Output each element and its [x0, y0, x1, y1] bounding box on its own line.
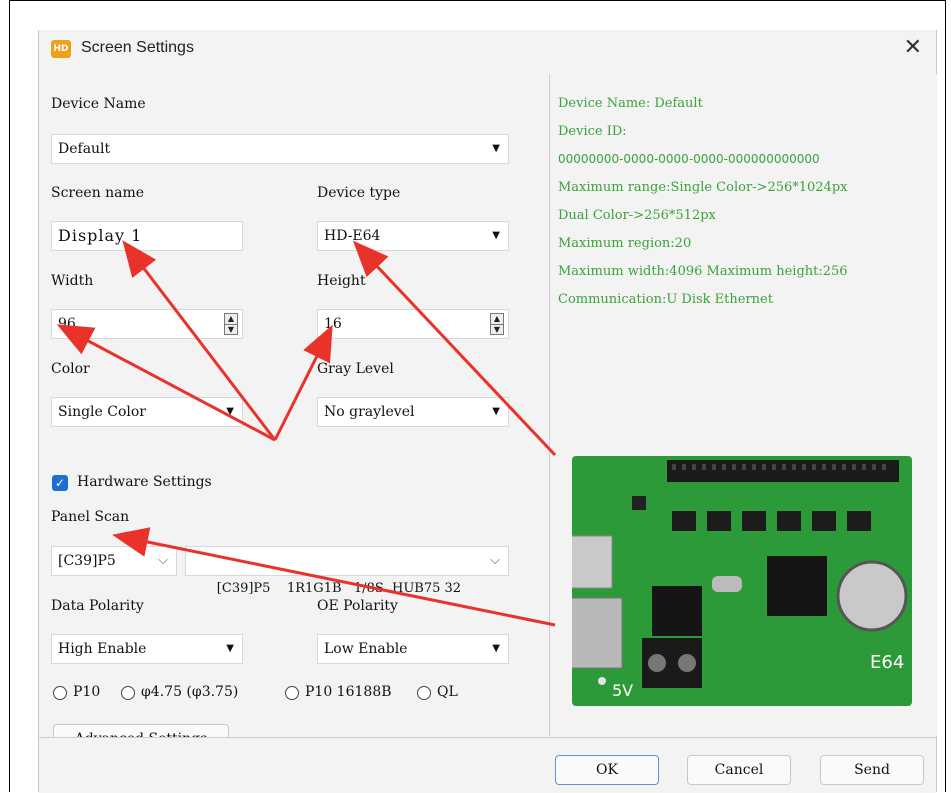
height-value: 16 [324, 316, 342, 332]
radio-ql[interactable] [417, 686, 431, 700]
oe-polarity-value: Low Enable [324, 641, 408, 657]
info-line: Dual Color->256*512px [558, 208, 716, 223]
dropdown-arrow-icon: ▼ [226, 406, 234, 417]
width-value: 96 [58, 316, 76, 332]
color-select[interactable]: Single Color ▼ [51, 397, 243, 427]
info-line: Communication:U Disk Ethernet [558, 292, 773, 307]
radio-p10-16188b-label: P10 16188B [305, 684, 392, 700]
gray-level-label: Gray Level [317, 361, 394, 377]
dropdown-arrow-icon: ▼ [492, 143, 500, 154]
device-info-panel: Device Name: Default Device ID: 00000000… [549, 74, 937, 736]
panel-scan-short-select[interactable]: [C39]P5 ⌵ [51, 546, 177, 576]
info-line: Device Name: Default [558, 96, 703, 111]
height-spinner[interactable]: ▲ ▼ [490, 313, 504, 335]
chevron-down-icon: ⌵ [490, 553, 500, 568]
panel-scan-short-value: [C39]P5 [58, 553, 116, 569]
device-type-label: Device type [317, 185, 401, 201]
spin-up-icon[interactable]: ▲ [225, 314, 237, 325]
board-power-label: 5V [612, 681, 633, 700]
gray-level-value: No graylevel [324, 404, 415, 420]
cancel-button[interactable]: Cancel [687, 755, 791, 785]
hardware-settings-label: Hardware Settings [77, 474, 212, 490]
info-line: 00000000-0000-0000-0000-000000000000 [558, 152, 820, 166]
screen-name-input[interactable]: Display 1 [51, 221, 243, 251]
height-input[interactable]: 16 ▲ ▼ [317, 309, 509, 339]
data-polarity-label: Data Polarity [51, 598, 144, 614]
dropdown-arrow-icon: ▼ [492, 406, 500, 417]
width-spinner[interactable]: ▲ ▼ [224, 313, 238, 335]
screen-settings-dialog: HD Screen Settings ✕ Device Name Default… [38, 30, 937, 793]
panel-scan-full-value: [C39]P5 1R1G1B 1/8S HUB75 32 [216, 581, 462, 596]
settings-panel: Device Name Default ▼ Screen name Device… [39, 74, 549, 754]
info-line: Maximum region:20 [558, 236, 692, 251]
width-label: Width [51, 273, 94, 289]
dropdown-arrow-icon: ▼ [492, 230, 500, 241]
device-name-label: Device Name [51, 96, 146, 112]
height-label: Height [317, 273, 366, 289]
spin-down-icon[interactable]: ▼ [491, 325, 503, 335]
panel-scan-full-select[interactable]: [C39]P5 1R1G1B 1/8S HUB75 32 ⌵ [185, 546, 509, 596]
device-type-select[interactable]: HD-E64 ▼ [317, 221, 509, 251]
ok-button[interactable]: OK [555, 755, 659, 785]
color-label: Color [51, 361, 90, 377]
dialog-title: Screen Settings [81, 39, 194, 56]
width-input[interactable]: 96 ▲ ▼ [51, 309, 243, 339]
oe-polarity-label: OE Polarity [317, 598, 398, 614]
dialog-button-bar: OK Cancel Send [39, 737, 936, 793]
close-icon[interactable]: ✕ [904, 35, 922, 60]
dropdown-arrow-icon: ▼ [492, 643, 500, 654]
spin-down-icon[interactable]: ▼ [225, 325, 237, 335]
oe-polarity-select[interactable]: Low Enable ▼ [317, 634, 509, 664]
gray-level-select[interactable]: No graylevel ▼ [317, 397, 509, 427]
send-button[interactable]: Send [820, 755, 924, 785]
color-value: Single Color [58, 404, 146, 420]
device-name-value: Default [58, 141, 111, 157]
spin-up-icon[interactable]: ▲ [491, 314, 503, 325]
data-polarity-select[interactable]: High Enable ▼ [51, 634, 243, 664]
radio-p10-16188b[interactable] [285, 686, 299, 700]
panel-scan-label: Panel Scan [51, 509, 130, 525]
chevron-down-icon: ⌵ [158, 553, 168, 568]
device-type-value: HD-E64 [324, 228, 381, 244]
data-polarity-value: High Enable [58, 641, 147, 657]
screen-name-label: Screen name [51, 185, 145, 201]
info-line: Maximum width:4096 Maximum height:256 [558, 264, 848, 279]
radio-p10[interactable] [53, 686, 67, 700]
radio-phi475-label: φ4.75 (φ3.75) [141, 684, 239, 700]
app-icon: HD [51, 40, 71, 58]
hardware-settings-checkbox[interactable]: ✓ [52, 475, 68, 491]
info-line: Device ID: [558, 124, 627, 139]
radio-phi475[interactable] [121, 686, 135, 700]
controller-board-image: 5V E64 [572, 456, 912, 706]
radio-ql-label: QL [437, 684, 458, 700]
radio-p10-label: P10 [73, 684, 101, 700]
dropdown-arrow-icon: ▼ [226, 643, 234, 654]
info-line: Maximum range:Single Color->256*1024px [558, 180, 848, 195]
title-bar: HD Screen Settings ✕ [39, 30, 936, 74]
board-silk-label: E64 [870, 652, 904, 673]
device-name-select[interactable]: Default ▼ [51, 134, 509, 164]
